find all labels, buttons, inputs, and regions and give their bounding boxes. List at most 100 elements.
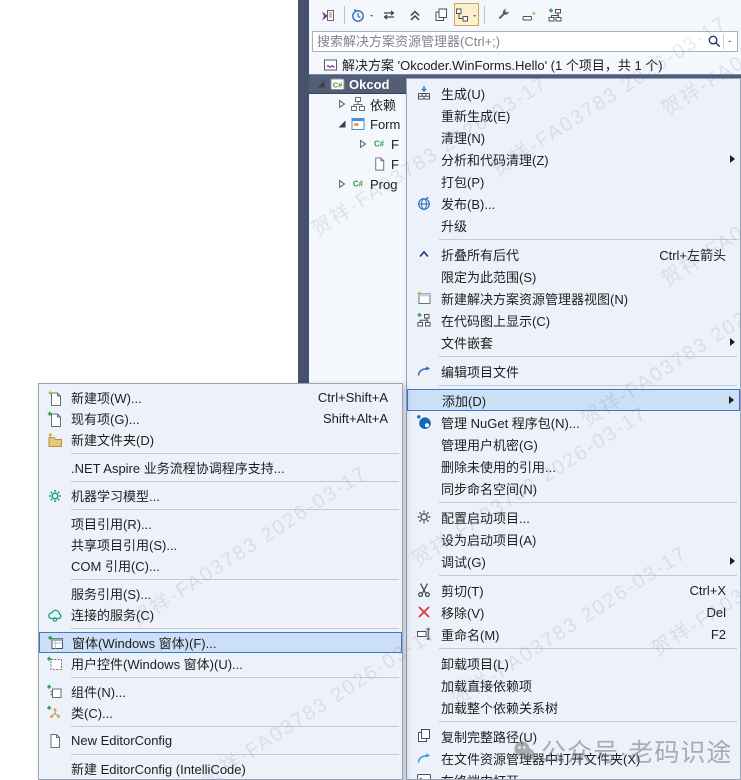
menu-item-label: COM 引用(C)... [71, 559, 160, 574]
submenu-arrow-icon [730, 338, 735, 346]
menu-item[interactable]: 编辑项目文件 [407, 360, 740, 382]
menu-item[interactable]: 文件嵌套 [407, 331, 740, 353]
expander-expanded-icon[interactable] [335, 119, 349, 129]
menu-item[interactable]: 连接的服务(C) [39, 604, 402, 625]
menu-item-shortcut: Shift+Alt+A [322, 411, 388, 426]
menu-item[interactable]: 复制完整路径(U) [407, 725, 740, 747]
menu-item[interactable]: 重新生成(E) [407, 104, 740, 126]
menu-item[interactable]: 组件(N)... [39, 681, 402, 702]
properties-button[interactable] [428, 3, 453, 26]
menu-item[interactable]: 删除未使用的引用... [407, 455, 740, 477]
menu-item-label: 新建解决方案资源管理器视图(N) [441, 291, 629, 307]
search-input[interactable] [313, 34, 706, 49]
menu-item[interactable]: 机器学习模型... [39, 485, 402, 506]
menu-item[interactable]: 在文件资源管理器中打开文件夹(X) [407, 747, 740, 769]
code-map-icon [407, 312, 441, 328]
menu-item[interactable]: 新建项(W)... Ctrl+Shift+A [39, 387, 402, 408]
menu-item[interactable]: COM 引用(C)... [39, 555, 402, 576]
menu-item[interactable]: 调试(G) [407, 550, 740, 572]
menu-item-label: 生成(U) [441, 86, 486, 102]
menu-item[interactable]: 重命名(M) F2 [407, 623, 740, 645]
menu-item-shortcut: Del [706, 604, 726, 620]
menu-item[interactable]: 剪切(T) Ctrl+X [407, 579, 740, 601]
menu-item-label: 共享项目引用(S)... [71, 538, 178, 553]
menu-item[interactable]: 窗体(Windows 窗体)(F)... [39, 632, 402, 653]
menu-item[interactable]: 现有项(G)... Shift+Alt+A [39, 408, 402, 429]
menu-separator [71, 677, 399, 678]
menu-item-label: New EditorConfig [71, 733, 173, 748]
menu-item[interactable]: 添加(D) [407, 389, 740, 411]
menu-item[interactable]: 折叠所有后代 Ctrl+左箭头 [407, 243, 740, 265]
open-folder-icon [407, 750, 441, 766]
search-options-caret-icon[interactable] [724, 32, 737, 51]
collapse-all-icon [406, 7, 424, 23]
ml-model-icon [39, 488, 71, 504]
menu-item-label: 剪切(T) [441, 583, 484, 599]
expander-collapsed-icon[interactable] [356, 139, 370, 149]
submenu-arrow-icon [729, 396, 734, 404]
caret-down-icon [368, 6, 376, 24]
menu-item[interactable]: 新建 EditorConfig (IntelliCode) [39, 758, 402, 779]
menu-item[interactable]: New EditorConfig [39, 730, 402, 751]
expander-collapsed-icon[interactable] [335, 99, 349, 109]
menu-item[interactable]: 设为启动项目(A) [407, 528, 740, 550]
menu-separator [71, 481, 399, 482]
menu-item[interactable]: 在代码图上显示(C) [407, 309, 740, 331]
expander-collapsed-icon[interactable] [335, 179, 349, 189]
menu-item[interactable]: 项目引用(R)... [39, 513, 402, 534]
preview-selected-items-button[interactable] [516, 3, 541, 26]
menu-item[interactable]: 打包(P) [407, 170, 740, 192]
menu-item[interactable]: 升级 [407, 214, 740, 236]
menu-item-label: 在文件资源管理器中打开文件夹(X) [441, 751, 641, 767]
menu-item-shortcut: Ctrl+X [689, 582, 726, 598]
menu-item-label: 分析和代码清理(Z) [441, 152, 549, 168]
menu-item-shortcut: F2 [710, 626, 726, 642]
menu-item[interactable]: 加载整个依赖关系树 [407, 696, 740, 718]
menu-item-label: 管理 NuGet 程序包(N)... [441, 415, 580, 431]
menu-item[interactable]: 同步命名空间(N) [407, 477, 740, 499]
solution-node[interactable]: 解决方案 'Okcoder.WinForms.Hello' (1 个项目，共 1… [309, 55, 741, 74]
menu-item[interactable]: 配置启动项目... [407, 506, 740, 528]
sync-with-active-document-button[interactable] [376, 3, 401, 26]
menu-item[interactable]: 分析和代码清理(Z) [407, 148, 740, 170]
menu-item[interactable]: 类(C)... [39, 702, 402, 723]
expander-expanded-icon[interactable] [314, 79, 328, 89]
solution-icon [321, 57, 339, 73]
rename-icon [407, 626, 441, 642]
search-box[interactable] [312, 31, 738, 52]
svg-text:C#: C# [374, 140, 385, 149]
switch-views-button[interactable] [314, 3, 339, 26]
add-dependency-diagram-button[interactable] [542, 3, 567, 26]
menu-separator [439, 502, 737, 503]
menu-item-label: 连接的服务(C) [71, 608, 155, 623]
pending-changes-filter-button[interactable] [350, 3, 375, 26]
menu-item[interactable]: 移除(V) Del [407, 601, 740, 623]
show-all-files-button[interactable] [454, 3, 479, 26]
menu-item[interactable]: 卸载项目(L) [407, 652, 740, 674]
menu-item[interactable]: 在终端中打开 [407, 769, 740, 779]
menu-item-label: 新建项(W)... [71, 391, 142, 406]
menu-item[interactable]: 服务引用(S)... [39, 583, 402, 604]
publish-globe-icon [407, 195, 441, 211]
menu-item[interactable]: 管理 NuGet 程序包(N)... [407, 411, 740, 433]
properties-wrench-button[interactable] [490, 3, 515, 26]
menu-item[interactable]: 加载直接依赖项 [407, 674, 740, 696]
menu-item[interactable]: 清理(N) [407, 126, 740, 148]
cut-icon [407, 582, 441, 598]
menu-item[interactable]: 用户控件(Windows 窗体)(U)... [39, 653, 402, 674]
search-icon[interactable] [706, 32, 723, 51]
menu-item[interactable]: 限定为此范围(S) [407, 265, 740, 287]
menu-item[interactable]: .NET Aspire 业务流程协调程序支持... [39, 457, 402, 478]
collapse-chevron-icon [407, 246, 441, 262]
menu-item-shortcut: Ctrl+Shift+A [317, 390, 388, 405]
menu-item[interactable]: 生成(U) [407, 82, 740, 104]
menu-item-label: 清理(N) [441, 130, 486, 146]
menu-item[interactable]: 新建文件夹(D) [39, 429, 402, 450]
toolbar-separator [344, 5, 345, 24]
menu-item[interactable]: 共享项目引用(S)... [39, 534, 402, 555]
menu-item[interactable]: 管理用户机密(G) [407, 433, 740, 455]
add-submenu: 新建项(W)... Ctrl+Shift+A 现有项(G)... Shift+Alt+… [38, 383, 403, 780]
menu-item[interactable]: 发布(B)... [407, 192, 740, 214]
menu-item[interactable]: 新建解决方案资源管理器视图(N) [407, 287, 740, 309]
collapse-all-button[interactable] [402, 3, 427, 26]
